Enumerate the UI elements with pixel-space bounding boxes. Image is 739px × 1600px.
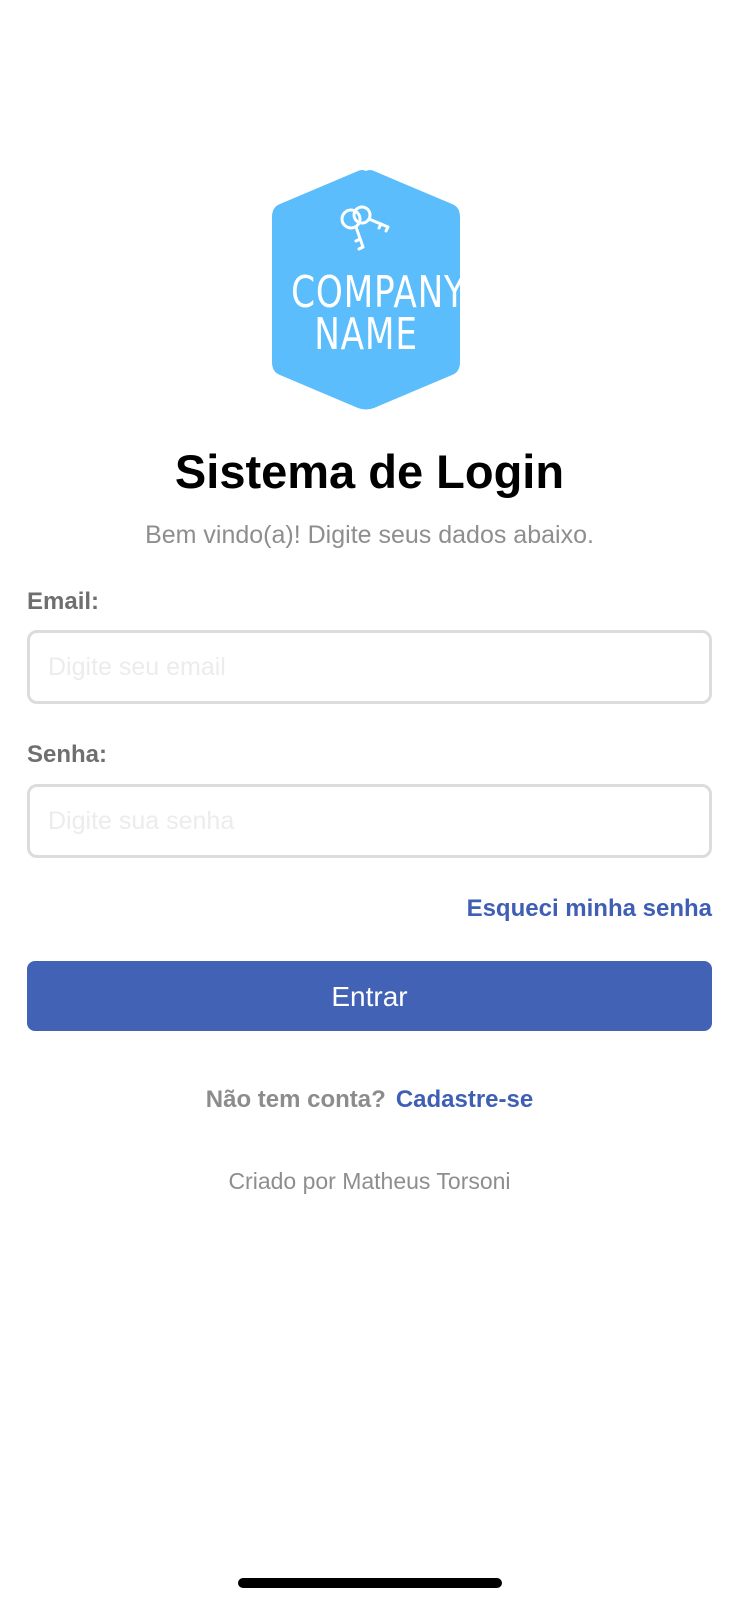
- page-title: Sistema de Login: [174, 445, 565, 498]
- signup-row: Não tem conta? Cadastre-se: [0, 1085, 739, 1115]
- credits-text: Criado por Matheus Torsoni: [228, 1168, 511, 1194]
- login-button[interactable]: Entrar: [27, 961, 712, 1031]
- password-label: Senha:: [27, 741, 108, 768]
- signup-link[interactable]: Cadastre-se: [396, 1086, 533, 1113]
- logo-text-line2: NAME: [314, 309, 418, 360]
- forgot-password-link[interactable]: Esqueci minha senha: [467, 894, 712, 924]
- signup-prompt: Não tem conta?: [205, 1086, 386, 1113]
- home-indicator[interactable]: [238, 1578, 502, 1588]
- password-input[interactable]: [27, 784, 712, 858]
- email-label: Email:: [27, 588, 100, 615]
- page-subtitle: Bem vindo(a)! Digite seus dados abaixo.: [145, 521, 594, 549]
- company-logo: COMPANY NAME: [270, 167, 465, 412]
- email-input[interactable]: [27, 630, 712, 704]
